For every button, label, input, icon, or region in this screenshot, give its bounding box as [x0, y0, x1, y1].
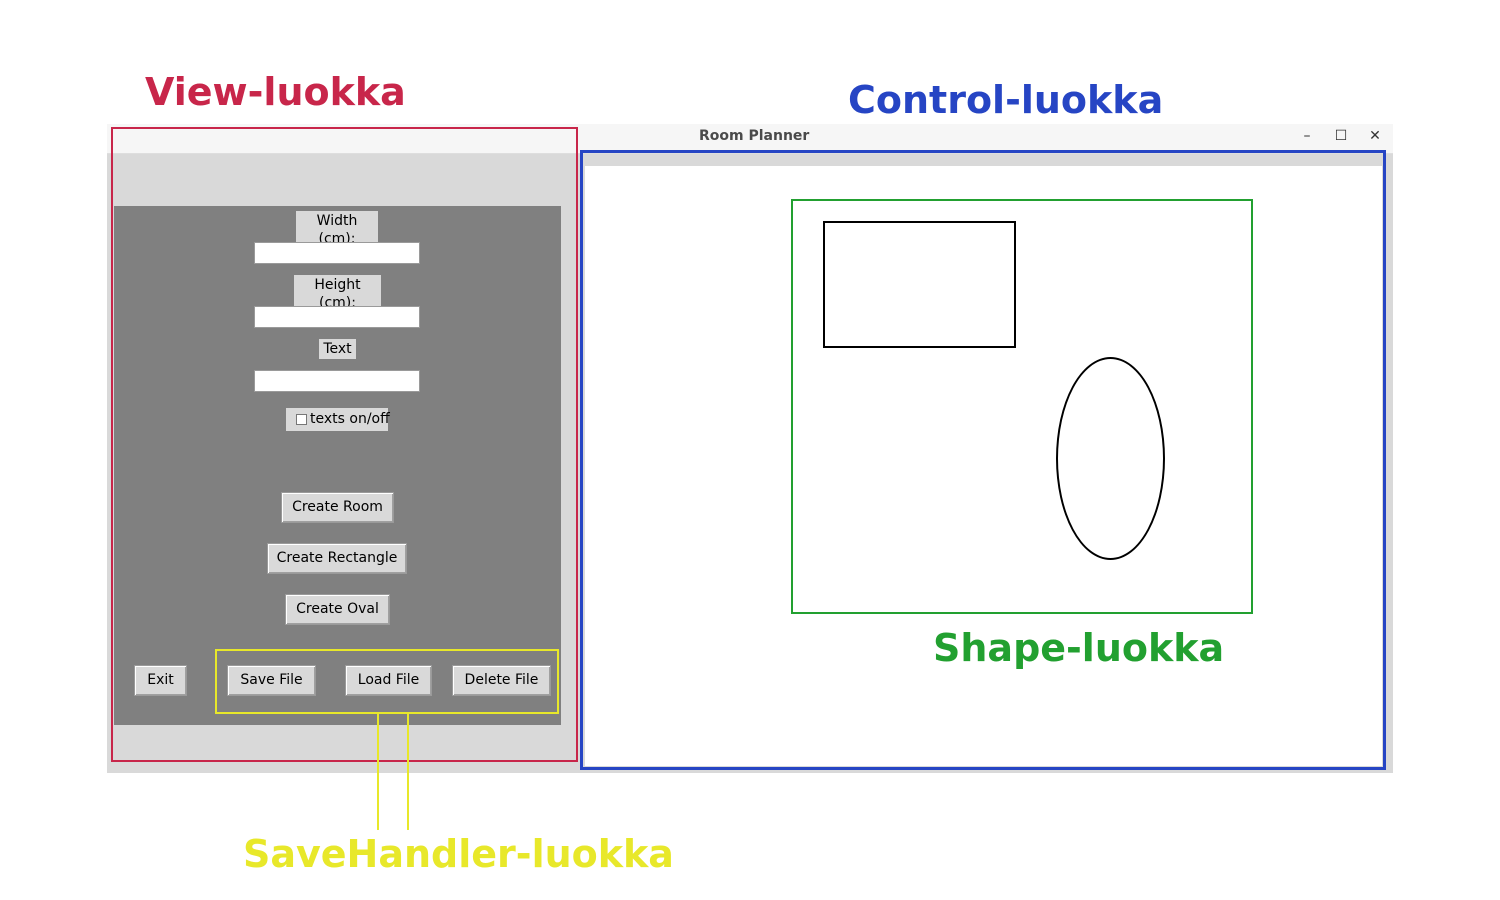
- minimize-icon[interactable]: –: [1297, 126, 1317, 146]
- window-title: Room Planner: [699, 128, 810, 144]
- savehandler-connector-line: [377, 714, 379, 830]
- view-class-annotation: View-luokka: [145, 70, 406, 114]
- maximize-icon[interactable]: ☐: [1331, 126, 1351, 146]
- close-icon[interactable]: ✕: [1365, 126, 1385, 146]
- savehandler-connector-line: [407, 714, 409, 830]
- savehandler-class-outline: [215, 649, 559, 714]
- shape-class-annotation: Shape-luokka: [933, 626, 1225, 670]
- savehandler-class-annotation: SaveHandler-luokka: [243, 832, 674, 876]
- control-class-annotation: Control-luokka: [848, 78, 1164, 122]
- shape-class-outline: [791, 199, 1253, 614]
